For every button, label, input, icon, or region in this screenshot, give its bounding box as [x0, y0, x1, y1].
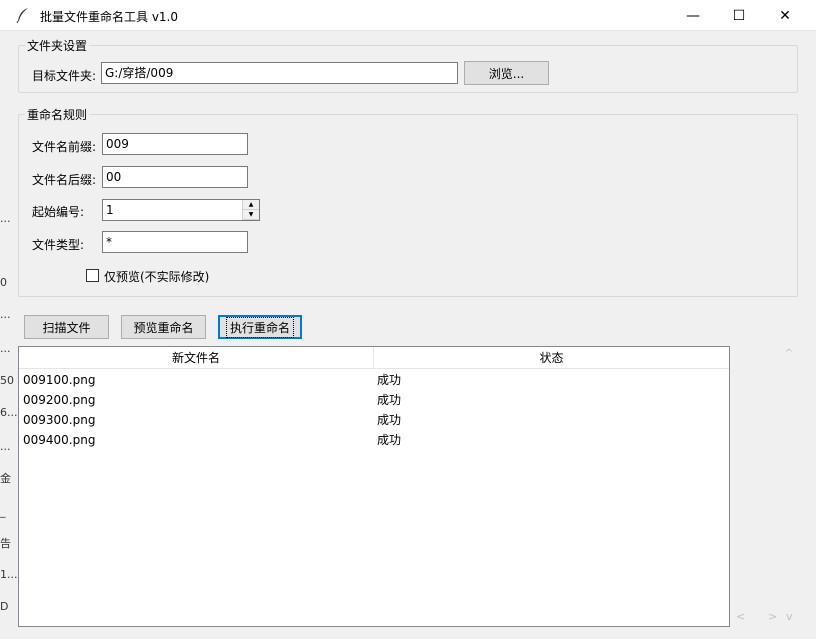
- maximize-button[interactable]: ☐: [716, 0, 762, 31]
- table-row[interactable]: 009200.png 成功: [19, 390, 729, 410]
- scroll-left-icon[interactable]: <: [736, 610, 745, 623]
- scroll-right-icon[interactable]: >: [768, 610, 777, 623]
- execute-rename-label: 执行重命名: [225, 316, 295, 338]
- row-status: 成功: [377, 433, 402, 447]
- background-fragment: 告: [0, 537, 11, 550]
- row-status: 成功: [377, 413, 402, 427]
- background-fragment: 1...: [0, 568, 18, 581]
- start-number-value: 1: [106, 203, 114, 217]
- row-new-name: 009200.png: [23, 393, 96, 407]
- maximize-icon: ☐: [732, 7, 746, 24]
- background-fragment: ...: [0, 342, 11, 355]
- rename-rules-legend: 重命名规则: [25, 106, 90, 123]
- background-fragment: 6...: [0, 406, 18, 419]
- file-type-label: 文件类型:: [32, 238, 85, 252]
- scan-files-label: 扫描文件: [42, 320, 91, 335]
- feather-icon: [16, 7, 30, 24]
- target-folder-label: 目标文件夹:: [32, 69, 97, 83]
- row-new-name: 009100.png: [23, 373, 96, 387]
- row-status: 成功: [377, 373, 402, 387]
- scan-files-button[interactable]: 扫描文件: [24, 315, 109, 339]
- background-fragment: 金: [0, 472, 11, 485]
- close-button[interactable]: ✕: [762, 0, 808, 31]
- background-fragment: ...: [0, 212, 11, 225]
- background-fragment: 50: [0, 374, 14, 387]
- prefix-input[interactable]: 009: [102, 133, 248, 155]
- results-table[interactable]: 新文件名 状态 009100.png 成功 009200.png 成功 0093…: [18, 346, 730, 627]
- spin-arrows: ▲ ▼: [242, 200, 259, 220]
- suffix-input[interactable]: 00: [102, 166, 248, 188]
- browse-button[interactable]: 浏览...: [464, 61, 549, 85]
- window-title: 批量文件重命名工具 v1.0: [40, 10, 179, 24]
- table-header: 新文件名 状态: [19, 347, 729, 369]
- row-new-name: 009300.png: [23, 413, 96, 427]
- row-new-name: 009400.png: [23, 433, 96, 447]
- preview-only-checkbox[interactable]: [86, 269, 99, 282]
- scroll-down-icon[interactable]: v: [786, 610, 793, 623]
- preview-rename-button[interactable]: 预览重命名: [121, 315, 206, 339]
- execute-rename-button[interactable]: 执行重命名: [218, 315, 302, 339]
- prefix-label: 文件名前缀:: [32, 140, 97, 154]
- preview-only-label: 仅预览(不实际修改): [104, 270, 210, 284]
- target-folder-input[interactable]: G:/穿搭/009: [101, 62, 458, 84]
- column-header-new-name[interactable]: 新文件名: [19, 347, 373, 369]
- spin-up-icon[interactable]: ▲: [243, 200, 259, 210]
- table-row[interactable]: 009100.png 成功: [19, 370, 729, 390]
- browse-button-label: 浏览...: [488, 66, 525, 81]
- background-fragment: 0: [0, 276, 7, 289]
- title-bar: 批量文件重命名工具 v1.0 — ☐ ✕: [0, 0, 816, 31]
- column-header-status[interactable]: 状态: [374, 347, 729, 369]
- preview-rename-label: 预览重命名: [133, 320, 194, 335]
- minimize-icon: —: [686, 7, 700, 24]
- scroll-up-icon[interactable]: ^: [782, 348, 796, 362]
- file-type-input[interactable]: *: [102, 231, 248, 253]
- background-fragment: ...: [0, 440, 11, 453]
- table-row[interactable]: 009300.png 成功: [19, 410, 729, 430]
- folder-settings-legend: 文件夹设置: [25, 37, 90, 54]
- table-row[interactable]: 009400.png 成功: [19, 430, 729, 450]
- start-number-spinbox[interactable]: 1 ▲ ▼: [102, 199, 260, 221]
- background-fragment: ...: [0, 308, 11, 321]
- close-icon: ✕: [779, 7, 791, 24]
- spin-down-icon[interactable]: ▼: [243, 210, 259, 220]
- background-fragment: _: [0, 505, 6, 518]
- minimize-button[interactable]: —: [670, 0, 716, 31]
- suffix-label: 文件名后缀:: [32, 173, 97, 187]
- row-status: 成功: [377, 393, 402, 407]
- start-number-label: 起始编号:: [32, 205, 85, 219]
- background-fragment: D: [0, 600, 9, 613]
